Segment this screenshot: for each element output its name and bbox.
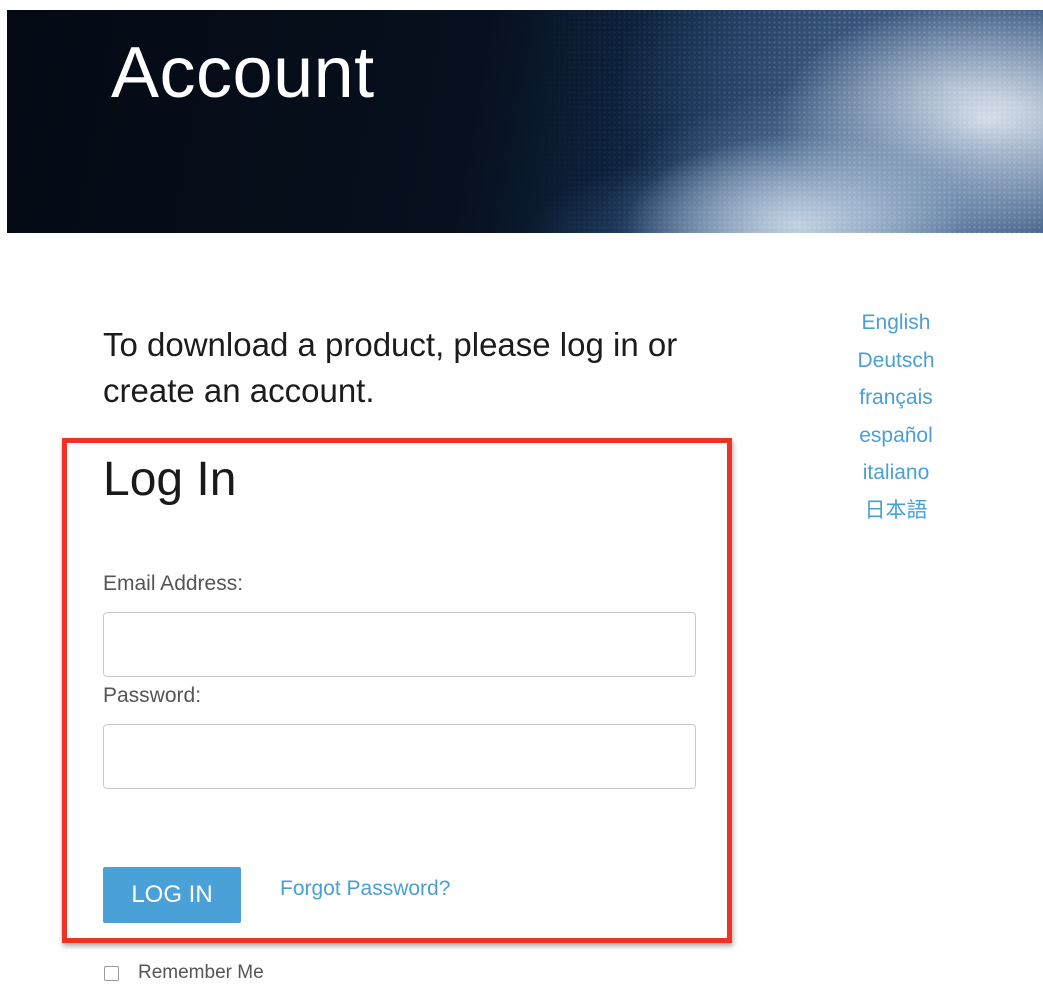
account-banner: Account	[7, 10, 1043, 233]
download-instructions: To download a product, please log in or …	[103, 326, 678, 409]
page-title: Account	[111, 33, 375, 113]
language-link-english[interactable]: English	[830, 306, 962, 344]
password-field[interactable]	[103, 724, 696, 789]
language-link-italiano[interactable]: italiano	[830, 456, 962, 494]
login-heading: Log In	[103, 453, 237, 506]
remember-me-option: Remember Me	[104, 962, 264, 984]
language-selector: English Deutsch français español italian…	[830, 306, 962, 531]
email-field[interactable]	[103, 612, 696, 677]
email-label: Email Address:	[103, 572, 244, 595]
login-button[interactable]: LOG IN	[103, 867, 241, 923]
account-page: Account To download a product, please lo…	[0, 0, 1043, 998]
language-link-japanese[interactable]: 日本語	[830, 494, 962, 532]
remember-me-label: Remember Me	[138, 962, 264, 983]
language-link-deutsch[interactable]: Deutsch	[830, 344, 962, 382]
language-link-espanol[interactable]: español	[830, 419, 962, 457]
password-label: Password:	[103, 684, 202, 707]
remember-me-checkbox[interactable]	[104, 965, 119, 981]
language-link-francais[interactable]: français	[830, 381, 962, 419]
forgot-password-link[interactable]: Forgot Password?	[280, 877, 450, 901]
